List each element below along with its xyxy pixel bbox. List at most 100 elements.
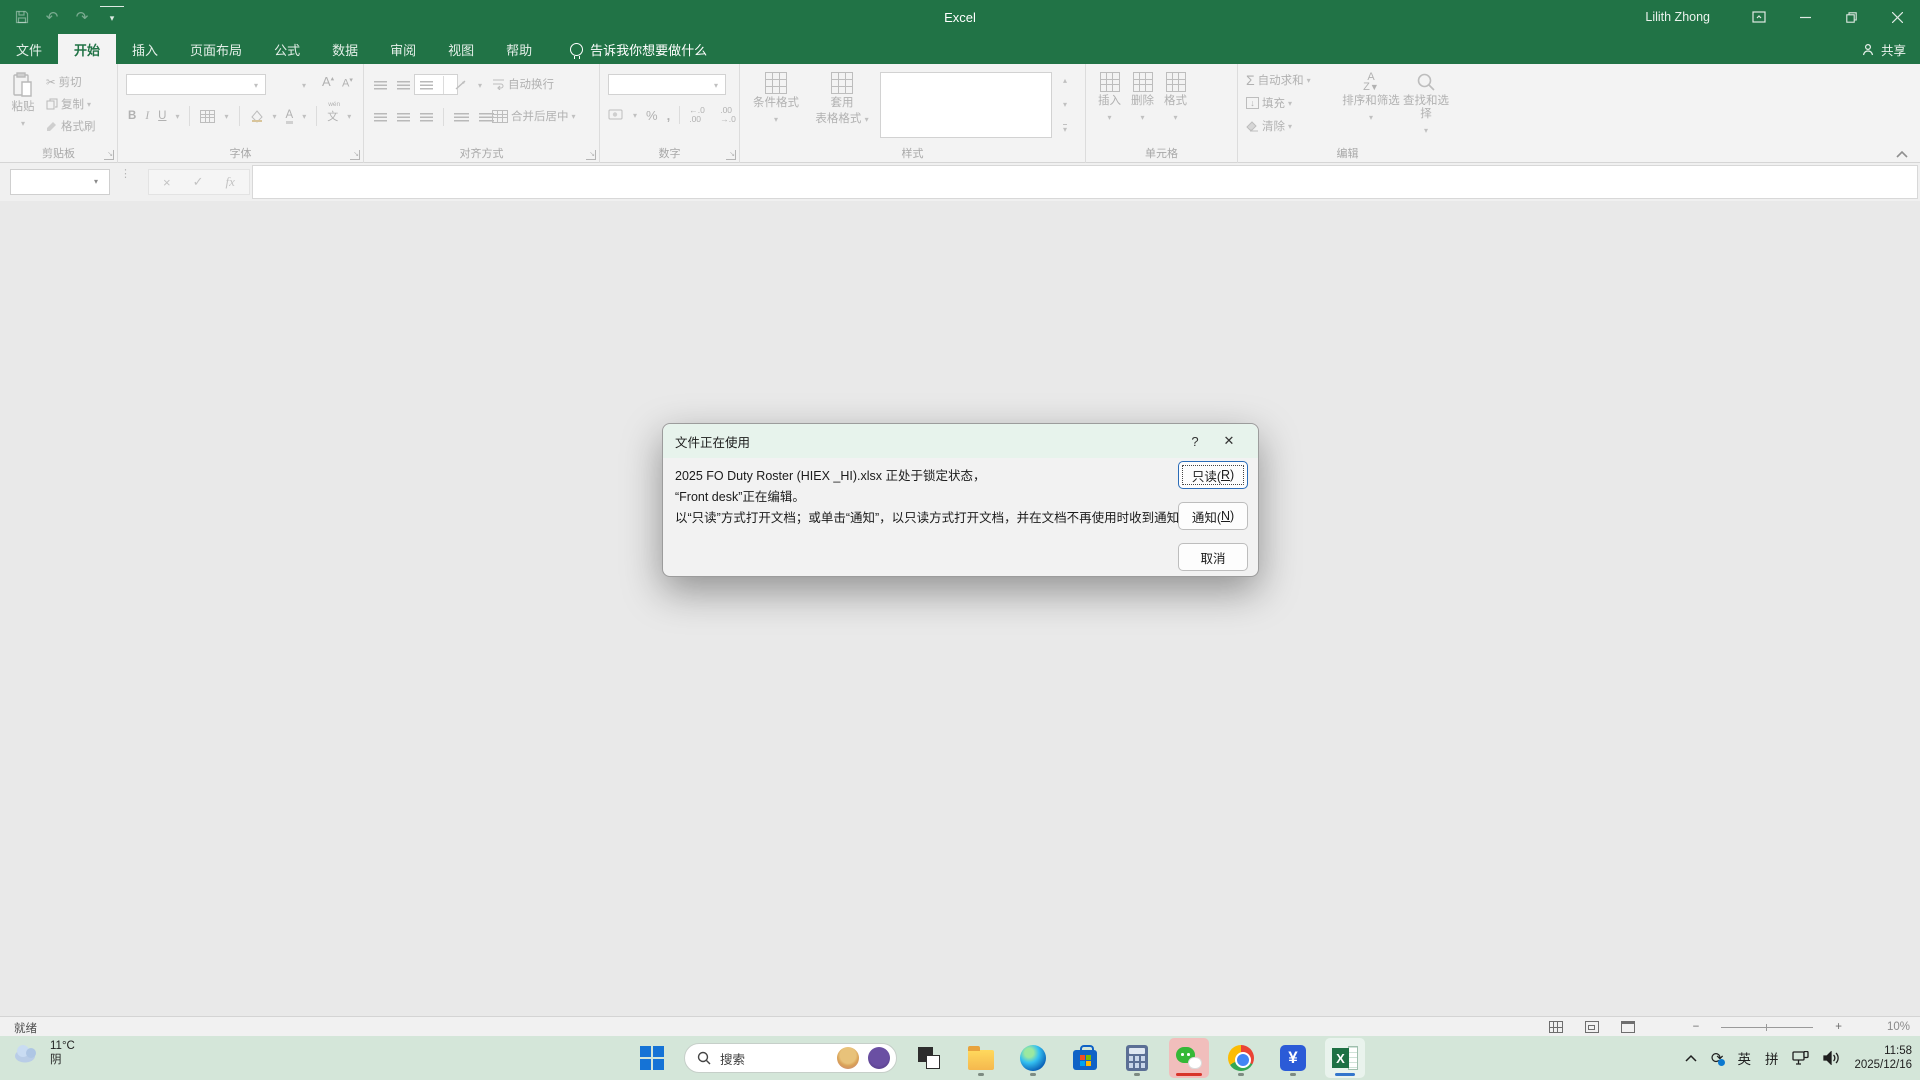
page-layout-view-icon[interactable] <box>1585 1021 1599 1033</box>
hidden-icons-chevron[interactable] <box>1685 1054 1697 1062</box>
undo-icon[interactable]: ↶ <box>40 6 64 28</box>
zoom-level[interactable]: 10% <box>1864 1021 1910 1033</box>
align-top-icon[interactable] <box>374 81 387 90</box>
decrease-indent-icon[interactable] <box>454 113 469 122</box>
tab-formulas[interactable]: 公式 <box>258 34 316 64</box>
read-only-button[interactable]: 只读(R) <box>1178 461 1248 489</box>
dialog-close-button[interactable]: ✕ <box>1212 429 1246 453</box>
fill-color-icon[interactable] <box>250 110 264 123</box>
font-dialog-launcher-icon[interactable]: ↘ <box>350 150 360 160</box>
calculator-button[interactable] <box>1117 1038 1157 1078</box>
delete-cells-button[interactable]: 删除▾ <box>1131 72 1154 144</box>
format-as-table-button[interactable]: 套用 表格格式 ▾ <box>812 72 872 126</box>
ime-pinyin-indicator[interactable]: 拼 <box>1765 1048 1779 1068</box>
decrease-decimal-button[interactable]: .00 →.0 <box>720 106 742 124</box>
cancel-button[interactable]: 取消 <box>1178 543 1248 571</box>
payment-app-button[interactable]: ¥ <box>1273 1038 1313 1078</box>
zoom-slider[interactable] <box>1721 1027 1813 1028</box>
align-center-icon[interactable] <box>397 113 410 122</box>
sort-filter-button[interactable]: AZ▼ 排序和筛选▾ <box>1342 72 1400 124</box>
insert-cells-button[interactable]: 插入▾ <box>1098 72 1121 144</box>
conditional-formatting-button[interactable]: 条件格式▾ <box>750 72 802 126</box>
align-middle-icon[interactable] <box>397 81 410 90</box>
clock[interactable]: 11:58 2025/12/16 <box>1854 1044 1912 1072</box>
name-box-dropdown-icon[interactable]: ▾ <box>94 177 98 186</box>
number-format-dropdown-icon[interactable]: ▾ <box>714 81 718 90</box>
font-color-icon[interactable]: A <box>286 109 294 124</box>
accounting-dropdown-icon[interactable]: ▾ <box>633 111 637 120</box>
underline-button[interactable]: U <box>158 110 166 122</box>
font-size-dropdown-icon[interactable]: ▾ <box>302 81 306 90</box>
shrink-font-button[interactable]: A▾ <box>342 76 353 90</box>
tab-review[interactable]: 审阅 <box>374 34 432 64</box>
network-icon[interactable] <box>1792 1051 1809 1065</box>
align-right-icon[interactable] <box>420 113 433 122</box>
orientation-icon[interactable] <box>454 79 468 91</box>
copy-button[interactable]: 复制▾ <box>46 96 91 112</box>
sync-tray-icon[interactable]: ⟳ <box>1711 1049 1724 1067</box>
gallery-up-icon[interactable]: ▴ <box>1063 76 1067 85</box>
formula-bar-input[interactable] <box>252 165 1918 199</box>
minimize-icon[interactable] <box>1782 0 1828 34</box>
collapse-ribbon-icon[interactable] <box>1896 151 1908 158</box>
format-painter-button[interactable]: 格式刷 <box>46 118 96 134</box>
restore-icon[interactable] <box>1828 0 1874 34</box>
underline-dropdown-icon[interactable]: ▾ <box>175 112 179 121</box>
microsoft-store-button[interactable] <box>1065 1038 1105 1078</box>
align-bottom-icon[interactable] <box>420 81 433 90</box>
signed-in-user[interactable]: Lilith Zhong <box>1645 10 1710 24</box>
zoom-out-icon[interactable]: − <box>1693 1021 1700 1033</box>
clear-button[interactable]: 清除▾ <box>1246 118 1292 134</box>
font-color-dropdown-icon[interactable]: ▾ <box>302 112 306 121</box>
borders-icon[interactable] <box>200 110 215 123</box>
phonetic-dropdown-icon[interactable]: ▾ <box>347 112 351 121</box>
chrome-button[interactable] <box>1221 1038 1261 1078</box>
share-button[interactable]: 共享 <box>1862 34 1906 64</box>
save-icon[interactable] <box>10 6 34 28</box>
tab-home[interactable]: 开始 <box>58 34 116 64</box>
tab-file[interactable]: 文件 <box>0 34 58 64</box>
italic-button[interactable]: I <box>145 110 149 122</box>
notify-button[interactable]: 通知(N) <box>1178 502 1248 530</box>
fill-button[interactable]: ↓ 填充▾ <box>1246 95 1292 111</box>
percent-style-button[interactable]: % <box>646 108 658 123</box>
tab-view[interactable]: 视图 <box>432 34 490 64</box>
task-view-button[interactable] <box>909 1038 949 1078</box>
start-button[interactable] <box>632 1038 672 1078</box>
alignment-dialog-launcher-icon[interactable]: ↘ <box>586 150 596 160</box>
tab-data[interactable]: 数据 <box>316 34 374 64</box>
font-name-input[interactable] <box>126 74 266 95</box>
align-left-icon[interactable] <box>374 113 387 122</box>
phonetic-guide-button[interactable]: wén 文 <box>327 108 338 124</box>
orientation-dropdown-icon[interactable]: ▾ <box>478 81 482 90</box>
ribbon-display-options-icon[interactable] <box>1736 0 1782 34</box>
wrap-text-button[interactable]: 自动换行 <box>492 76 554 92</box>
find-select-button[interactable]: 查找和选择▾ <box>1398 72 1454 137</box>
bold-button[interactable]: B <box>128 110 136 122</box>
autosum-button[interactable]: Σ 自动求和▾ <box>1246 72 1311 88</box>
fill-color-dropdown-icon[interactable]: ▾ <box>273 112 277 121</box>
paste-button[interactable]: 粘贴▾ <box>6 72 40 130</box>
accounting-format-icon[interactable] <box>608 109 624 122</box>
dialog-help-button[interactable]: ? <box>1178 429 1212 453</box>
normal-view-icon[interactable] <box>1549 1021 1563 1033</box>
ime-english-indicator[interactable]: 英 <box>1737 1048 1751 1068</box>
comma-style-button[interactable]: , <box>667 108 671 123</box>
number-dialog-launcher-icon[interactable]: ↘ <box>726 150 736 160</box>
tab-help[interactable]: 帮助 <box>490 34 548 64</box>
gallery-more-icon[interactable]: ▾ <box>1063 124 1067 134</box>
borders-dropdown-icon[interactable]: ▾ <box>224 112 228 121</box>
weather-widget[interactable]: 11°C 阴 <box>12 1039 75 1067</box>
cancel-entry-icon[interactable]: × <box>163 175 171 190</box>
font-name-dropdown-icon[interactable]: ▾ <box>254 81 258 90</box>
tell-me-box[interactable]: 告诉我你想要做什么 <box>570 34 707 64</box>
clipboard-dialog-launcher-icon[interactable]: ↘ <box>104 150 114 160</box>
page-break-preview-icon[interactable] <box>1621 1021 1635 1033</box>
edge-button[interactable] <box>1013 1038 1053 1078</box>
customize-quick-access-icon[interactable]: ▾ <box>100 6 124 28</box>
enter-entry-icon[interactable]: ✓ <box>193 174 204 190</box>
insert-function-icon[interactable]: fx <box>226 174 235 190</box>
speaker-icon[interactable] <box>1823 1051 1840 1065</box>
increase-decimal-button[interactable]: ←.0 .00 <box>689 106 711 124</box>
format-cells-button[interactable]: 格式▾ <box>1164 72 1187 144</box>
